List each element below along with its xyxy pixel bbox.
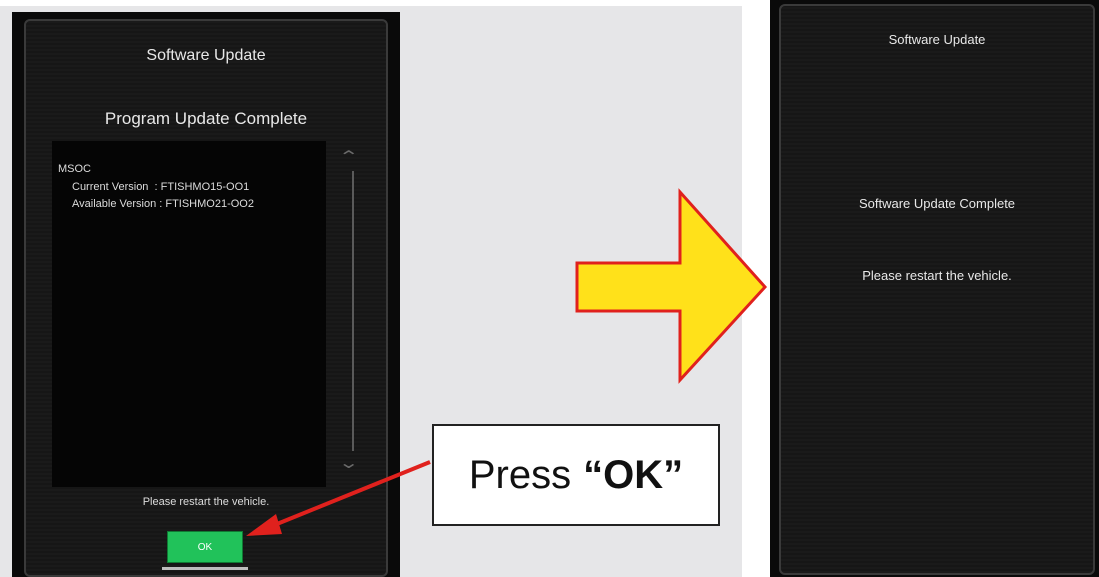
pointer-arrow-head-icon — [246, 514, 282, 536]
annotation-overlay — [246, 188, 768, 536]
big-right-arrow-icon — [575, 188, 768, 384]
pointer-arrow-line — [271, 460, 431, 528]
